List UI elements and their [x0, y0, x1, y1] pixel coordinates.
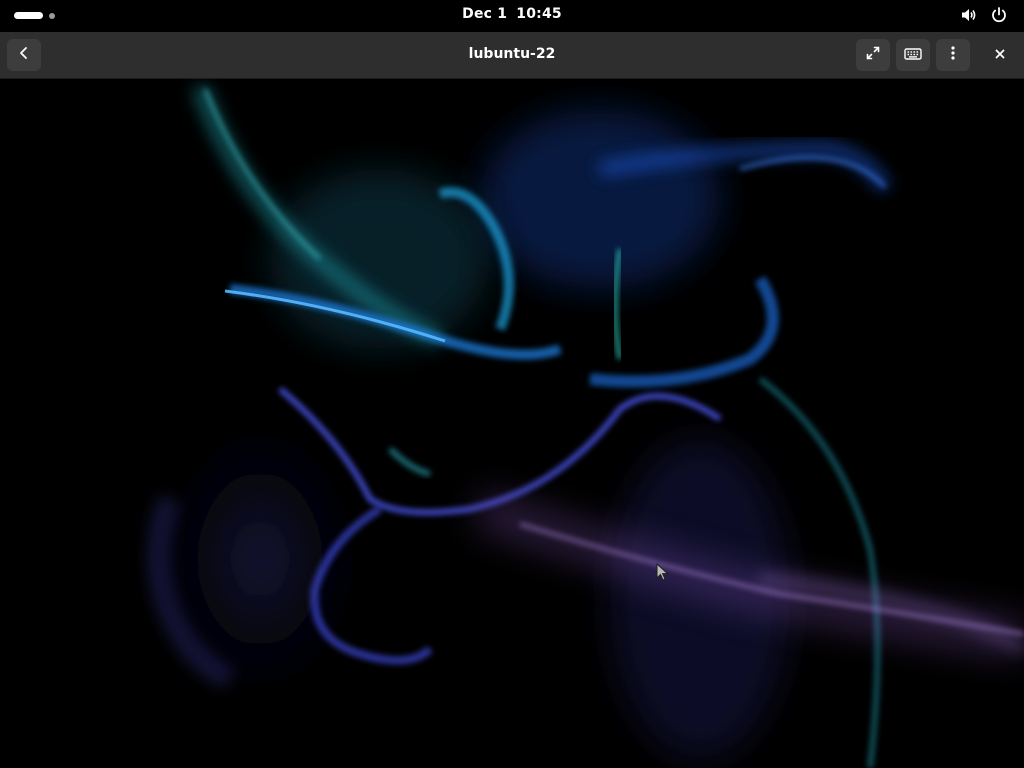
header-bar: lubuntu-22: [0, 32, 1024, 79]
more-vertical-icon: [945, 45, 961, 65]
menu-button[interactable]: [936, 39, 970, 71]
wallpaper-image: [0, 79, 1024, 768]
keyboard-icon: [904, 46, 922, 65]
mouse-pointer-icon: [656, 563, 670, 583]
close-button[interactable]: [983, 39, 1017, 71]
power-icon[interactable]: [990, 6, 1008, 24]
volume-icon[interactable]: [960, 6, 978, 24]
fullscreen-button[interactable]: [856, 39, 890, 71]
top-bar: Dec 1 10:45: [0, 0, 1024, 32]
system-tray[interactable]: [960, 6, 1008, 24]
clock[interactable]: Dec 1 10:45: [0, 6, 1024, 22]
keyboard-button[interactable]: [896, 39, 930, 71]
fullscreen-icon: [865, 45, 881, 65]
clock-date: Dec 1: [462, 6, 508, 22]
close-icon: [993, 46, 1007, 65]
clock-time: 10:45: [516, 6, 562, 22]
remote-display[interactable]: [0, 79, 1024, 768]
